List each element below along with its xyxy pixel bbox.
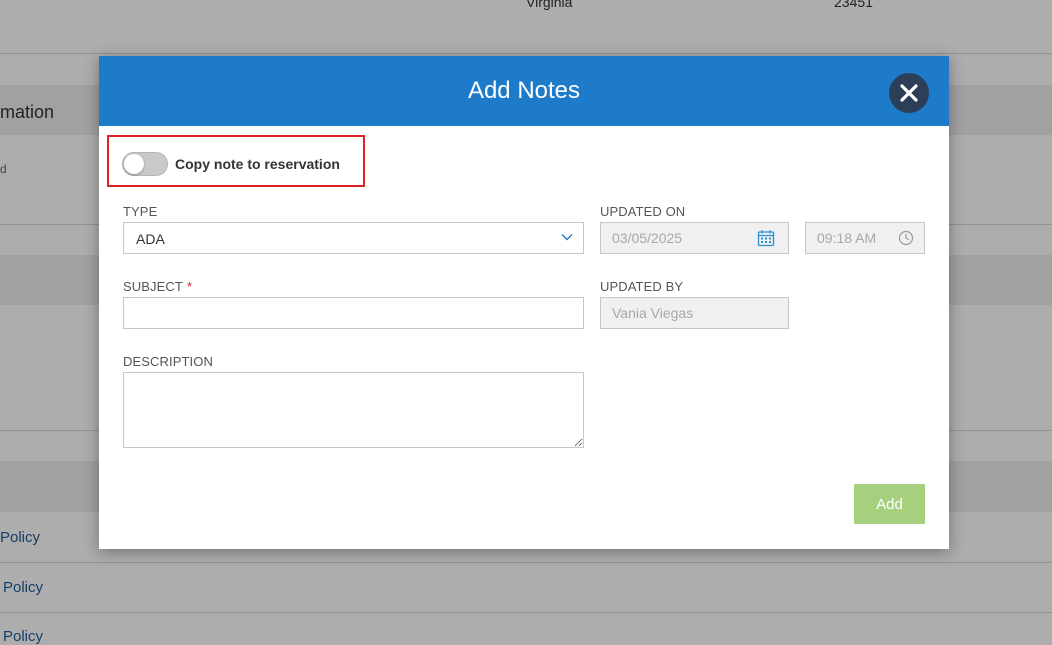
updated-on-date-field: 03/05/2025 [600, 222, 789, 254]
clock-icon [898, 230, 914, 246]
type-select[interactable]: ADA [123, 222, 584, 254]
updated-by-value: Vania Viegas [612, 305, 694, 321]
subject-label: SUBJECT * [123, 279, 192, 294]
updated-on-time-value: 09:18 AM [817, 230, 877, 246]
copy-note-toggle[interactable] [122, 152, 168, 176]
updated-on-label: UPDATED ON [600, 204, 686, 219]
add-notes-modal: Add Notes Copy note to reservation TYPE … [99, 56, 949, 549]
close-icon [900, 84, 918, 102]
modal-title: Add Notes [467, 77, 581, 104]
description-textarea[interactable] [123, 372, 584, 448]
chevron-down-icon [561, 234, 573, 241]
copy-note-label: Copy note to reservation [175, 156, 340, 172]
updated-by-label: UPDATED BY [600, 279, 684, 294]
subject-input[interactable] [123, 297, 584, 329]
add-button[interactable]: Add [854, 484, 925, 524]
modal-header: Add Notes [99, 56, 949, 126]
required-mark: * [186, 279, 193, 294]
calendar-icon [757, 230, 775, 247]
updated-on-time-field: 09:18 AM [805, 222, 925, 254]
type-select-value: ADA [136, 231, 165, 247]
updated-by-field: Vania Viegas [600, 297, 789, 329]
description-label: DESCRIPTION [123, 354, 213, 369]
toggle-knob [124, 154, 144, 174]
type-label: TYPE [123, 204, 158, 219]
updated-on-date-value: 03/05/2025 [612, 230, 683, 246]
subject-label-text: SUBJECT [123, 279, 183, 294]
close-button[interactable] [889, 73, 929, 113]
